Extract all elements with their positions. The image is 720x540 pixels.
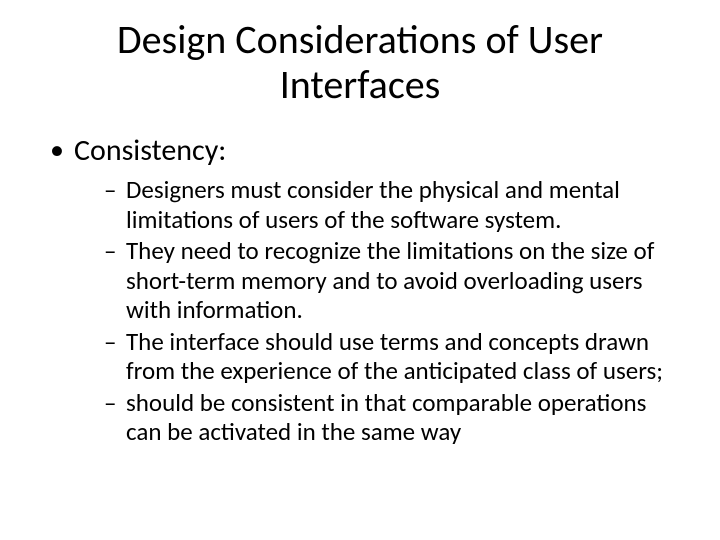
bullet-list: Consistency: Designers must consider the… — [40, 132, 680, 447]
sub-bullet-item: should be consistent in that comparable … — [104, 388, 680, 447]
sub-bullet-item: They need to recognize the limitations o… — [104, 236, 680, 325]
sub-bullet-list: Designers must consider the physical and… — [74, 175, 680, 447]
slide-title: Design Considerations of User Interfaces — [40, 18, 680, 108]
slide: Design Considerations of User Interfaces… — [0, 0, 720, 540]
bullet-main: Consistency: Designers must consider the… — [46, 132, 680, 447]
bullet-main-label: Consistency: — [74, 132, 226, 169]
sub-bullet-item: The interface should use terms and conce… — [104, 327, 680, 386]
sub-bullet-item: Designers must consider the physical and… — [104, 175, 680, 234]
